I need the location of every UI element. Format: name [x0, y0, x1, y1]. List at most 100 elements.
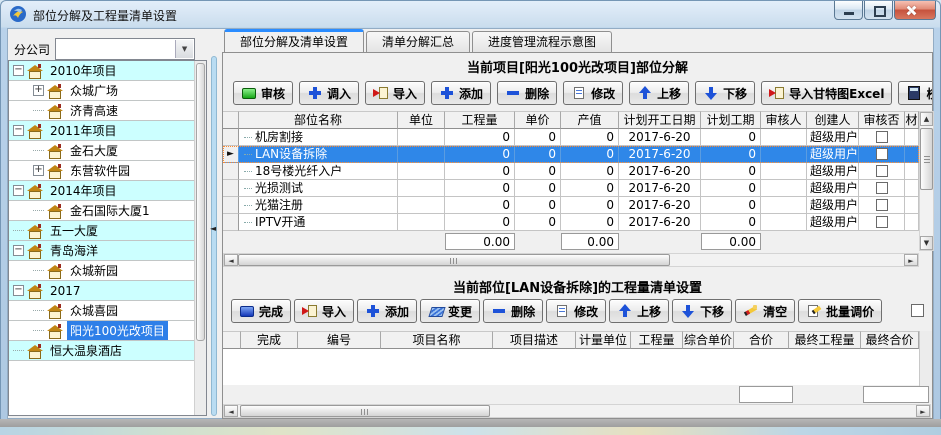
导入-button[interactable]: 导入 — [365, 81, 425, 105]
part-row[interactable]: 机房割接0002017-6-200超级用户 — [223, 129, 919, 146]
auditor-cell — [761, 180, 807, 197]
collapse-toggle-icon[interactable]: − — [13, 125, 24, 136]
tree-item[interactable]: 金石国际大厦1 — [9, 201, 195, 221]
tree-item[interactable]: 五一大厦 — [9, 221, 195, 241]
下移-button[interactable]: 下移 — [695, 81, 755, 105]
scroll-right-icon[interactable]: ► — [904, 254, 918, 266]
调入-button[interactable]: 调入 — [299, 81, 359, 105]
column-header: 工程量 — [445, 111, 515, 129]
house-icon — [47, 84, 63, 98]
scroll-up-icon[interactable]: ▲ — [920, 112, 933, 126]
tab-1[interactable]: 部位分解及清单设置 — [224, 29, 364, 52]
button-label: 调入 — [327, 85, 351, 102]
tree-item[interactable]: −2017 — [9, 281, 195, 301]
expand-toggle-icon[interactable]: + — [33, 165, 44, 176]
house-icon — [27, 244, 43, 258]
修改-button[interactable]: 修改 — [563, 81, 623, 105]
collapse-toggle-icon[interactable]: − — [13, 285, 24, 296]
part-row[interactable]: 18号楼光纤入户0002017-6-200超级用户 — [223, 163, 919, 180]
tree-item[interactable]: 众城新园 — [9, 261, 195, 281]
part-row[interactable]: 光损测试0002017-6-200超级用户 — [223, 180, 919, 197]
collapse-toggle-icon[interactable]: − — [13, 245, 24, 256]
audited-cell — [859, 146, 905, 163]
tree-scrollbar-thumb[interactable] — [196, 63, 205, 341]
tree-item[interactable]: 恒大温泉酒店 — [9, 341, 195, 361]
tree-item[interactable]: −2011年项目 — [9, 121, 195, 141]
output-value-cell: 0 — [561, 146, 619, 163]
scroll-right-icon[interactable]: ► — [916, 405, 930, 417]
校-button[interactable]: 校 — [898, 81, 932, 105]
tree-item[interactable]: −青岛海洋 — [9, 241, 195, 261]
上移-button[interactable]: 上移 — [609, 299, 669, 323]
tree-item[interactable]: +众城广场 — [9, 81, 195, 101]
删除-button[interactable]: 删除 — [497, 81, 557, 105]
tab-2[interactable]: 清单分解汇总 — [366, 31, 470, 52]
修改-button[interactable]: 修改 — [546, 299, 606, 323]
scroll-down-icon[interactable]: ▼ — [920, 236, 933, 250]
audit-checkbox[interactable] — [876, 131, 888, 143]
panel-splitter[interactable]: ◄ — [210, 56, 218, 416]
button-label: 下移 — [723, 85, 747, 102]
下移-button[interactable]: 下移 — [672, 299, 732, 323]
tree-item[interactable]: 阳光100光改项目 — [9, 321, 195, 341]
tree-item[interactable]: 济青高速 — [9, 101, 195, 121]
button-label: 导入甘特图Excel — [789, 85, 884, 102]
tree-item-label: 阳光100光改项目 — [67, 321, 168, 340]
company-select[interactable]: ▼ — [55, 38, 195, 60]
audit-checkbox[interactable] — [876, 199, 888, 211]
expand-toggle-icon[interactable]: + — [33, 85, 44, 96]
title-bar[interactable]: 部位分解及工程量清单设置 — [0, 0, 941, 28]
close-button[interactable] — [894, 1, 936, 20]
tree-item[interactable]: 金石大厦 — [9, 141, 195, 161]
tree-item[interactable]: 众城喜园 — [9, 301, 195, 321]
导入-button[interactable]: 导入 — [294, 299, 354, 323]
part-row[interactable]: IPTV开通0002017-6-200超级用户 — [223, 214, 919, 231]
button-label: 上移 — [657, 85, 681, 102]
chimney — [58, 304, 61, 308]
tree-item[interactable]: −2014年项目 — [9, 181, 195, 201]
part-name: 18号楼光纤入户 — [255, 163, 342, 179]
scroll-left-icon[interactable]: ◄ — [224, 405, 238, 417]
parts-horizontal-scrollbar[interactable]: ◄ ► — [223, 253, 919, 267]
maximize-button[interactable] — [864, 1, 893, 20]
collapse-left-icon[interactable]: ◄ — [210, 224, 216, 233]
quantity-cell: 0 — [445, 197, 515, 214]
tab-3[interactable]: 进度管理流程示意图 — [472, 31, 612, 52]
boq-hscroll-thumb[interactable] — [240, 405, 490, 417]
变更-button[interactable]: 变更 — [420, 299, 480, 323]
添加-button[interactable]: 添加 — [357, 299, 417, 323]
chevron-down-icon[interactable]: ▼ — [175, 40, 193, 58]
boq-horizontal-scrollbar[interactable]: ◄ ► — [223, 404, 931, 418]
audit-checkbox[interactable] — [876, 216, 888, 228]
scroll-left-icon[interactable]: ◄ — [224, 254, 238, 266]
tree-item[interactable]: +东营软件园 — [9, 161, 195, 181]
parts-hscroll-thumb[interactable] — [238, 254, 670, 266]
part-row[interactable]: ►LAN设备拆除0002017-6-200超级用户 — [223, 146, 919, 163]
tree-item[interactable]: −2010年项目 — [9, 61, 195, 81]
window-title: 部位分解及工程量清单设置 — [33, 7, 177, 24]
清空-button[interactable]: 清空 — [735, 299, 795, 323]
plan-duration-cell: 0 — [701, 180, 761, 197]
导入甘特图Excel-button[interactable]: 导入甘特图Excel — [761, 81, 892, 105]
collapse-toggle-icon[interactable]: − — [13, 185, 24, 196]
批量调价-button[interactable]: 批量调价 — [798, 299, 882, 323]
tree-vertical-scrollbar[interactable] — [194, 61, 206, 415]
collapse-toggle-icon[interactable]: − — [13, 65, 24, 76]
audit-checkbox[interactable] — [876, 182, 888, 194]
parts-vertical-scrollbar[interactable]: ▲ ▼ — [919, 111, 934, 251]
审核-button[interactable]: 审核 — [233, 81, 293, 105]
up-arrow-icon — [617, 304, 633, 318]
audit-checkbox[interactable] — [876, 165, 888, 177]
minimize-button[interactable] — [834, 1, 863, 20]
button-label: 变更 — [448, 303, 472, 320]
完成-button[interactable]: 完成 — [231, 299, 291, 323]
添加-button[interactable]: 添加 — [431, 81, 491, 105]
toolbar-checkbox[interactable] — [911, 304, 924, 317]
unit-cell — [398, 129, 445, 146]
parts-vscroll-thumb[interactable] — [920, 128, 933, 190]
上移-button[interactable]: 上移 — [629, 81, 689, 105]
删除-button[interactable]: 删除 — [483, 299, 543, 323]
audit-checkbox[interactable] — [876, 148, 888, 160]
part-row[interactable]: 光猫注册0002017-6-200超级用户 — [223, 197, 919, 214]
splitter-bar[interactable] — [211, 56, 217, 416]
